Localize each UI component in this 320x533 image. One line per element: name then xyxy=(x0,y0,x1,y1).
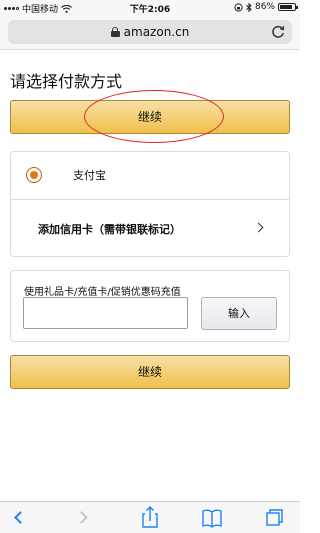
payment-methods-card: 支付宝 添加信用卡（需带银联标记） xyxy=(10,151,290,257)
add-credit-card-label: 添加信用卡（需带银联标记） xyxy=(38,223,181,236)
gift-card-label: 使用礼品卡/充值卡/促销优惠码充值 xyxy=(24,287,181,298)
address-bar[interactable]: amazon.cn xyxy=(8,20,292,44)
alipay-label[interactable]: 支付宝 xyxy=(73,167,106,183)
radio-selected-dot xyxy=(30,171,38,179)
gift-card-section: 使用礼品卡/充值卡/促销优惠码充值 输入 xyxy=(10,270,290,342)
battery-percent: 86% xyxy=(254,2,275,12)
browser-address-area: amazon.cn xyxy=(0,16,300,50)
continue-button-bottom[interactable]: 继续 xyxy=(10,355,290,389)
url-text: amazon.cn xyxy=(123,25,190,39)
bookmarks-button[interactable] xyxy=(192,502,232,533)
gift-card-code-input[interactable] xyxy=(23,297,188,329)
url-display[interactable]: amazon.cn xyxy=(8,25,292,39)
bookmarks-icon xyxy=(202,509,222,528)
share-icon xyxy=(142,506,158,528)
tabs-icon xyxy=(266,509,283,526)
forward-icon xyxy=(75,511,88,524)
page-title: 请选择付款方式 xyxy=(10,72,123,91)
reload-icon[interactable] xyxy=(270,24,286,40)
lock-icon xyxy=(110,27,120,37)
bluetooth-icon xyxy=(246,2,252,12)
status-right: 86% xyxy=(234,2,298,12)
apply-code-button[interactable]: 输入 xyxy=(201,297,277,330)
add-credit-card-row[interactable]: 添加信用卡（需带银联标记） xyxy=(11,200,289,256)
battery-level xyxy=(280,5,293,9)
chevron-right-icon xyxy=(253,222,264,233)
annotation-ellipse xyxy=(84,90,224,143)
back-icon xyxy=(14,511,27,524)
share-button[interactable] xyxy=(130,502,170,533)
alipay-radio[interactable] xyxy=(26,167,42,183)
battery-icon xyxy=(278,3,298,11)
tabs-button[interactable] xyxy=(255,502,295,533)
status-bar: 中国移动 下午2:06 86% xyxy=(0,0,300,16)
back-button[interactable] xyxy=(0,502,40,533)
orientation-lock-icon xyxy=(234,2,243,12)
forward-button[interactable] xyxy=(66,502,106,533)
browser-toolbar xyxy=(0,501,300,533)
